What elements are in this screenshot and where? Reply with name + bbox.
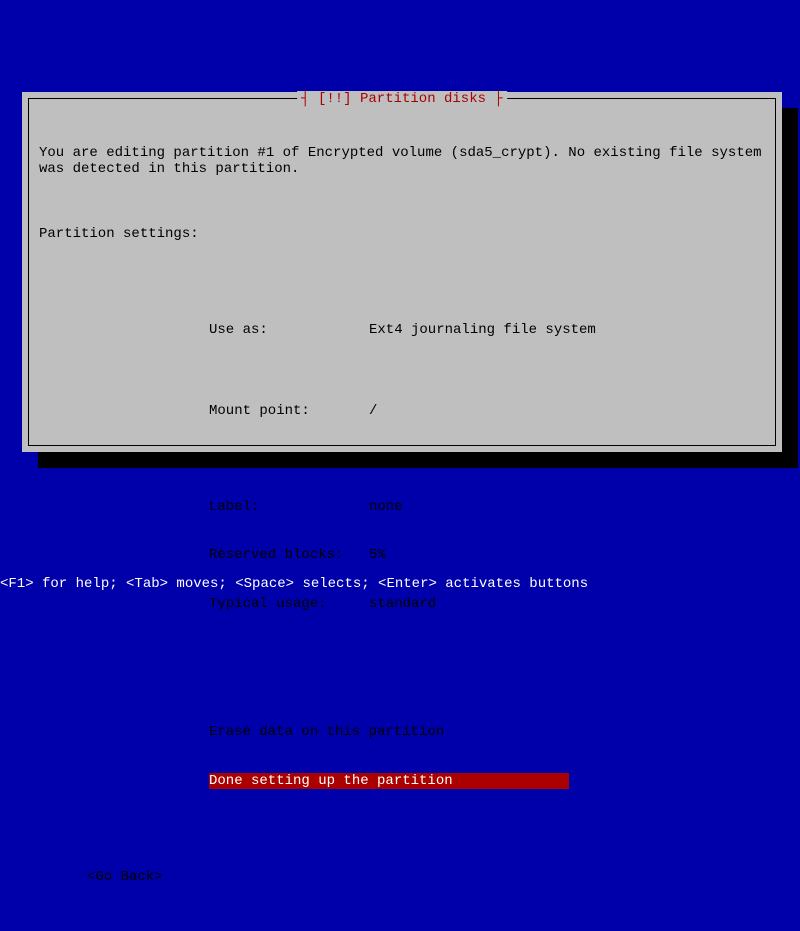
go-back-button[interactable]: <Go Back>	[87, 869, 765, 885]
setting-row[interactable]: Mount point:/	[209, 403, 765, 419]
setting-value: standard	[369, 596, 436, 612]
action-list: Erase data on this partition Done settin…	[209, 692, 765, 821]
dialog-title: ┤ [!!] Partition disks ├	[297, 91, 507, 107]
title-text: Partition disks	[360, 91, 486, 107]
title-open: ┤	[301, 91, 318, 107]
intro-text: You are editing partition #1 of Encrypte…	[39, 145, 765, 177]
setting-value: /	[369, 403, 377, 419]
setting-value: defaults	[369, 451, 436, 467]
footer-hint: <F1> for help; <Tab> moves; <Space> sele…	[0, 576, 588, 592]
section-label: Partition settings:	[39, 226, 765, 242]
setting-label: Mount options:	[209, 451, 369, 467]
setting-label: Label:	[209, 499, 369, 515]
setting-row[interactable]: Use as:Ext4 journaling file system	[209, 322, 765, 338]
setting-label: Use as:	[209, 322, 369, 338]
partition-dialog: ┤ [!!] Partition disks ├ You are editing…	[22, 92, 782, 452]
setting-row[interactable]: Reserved blocks:5%	[209, 547, 765, 563]
setting-label: Mount point:	[209, 403, 369, 419]
setting-row[interactable]: Typical usage:standard	[209, 596, 765, 612]
title-prefix: [!!]	[318, 91, 360, 107]
title-close: ├	[486, 91, 503, 107]
setting-label: Typical usage:	[209, 596, 369, 612]
setting-row[interactable]: Mount options:defaults	[209, 451, 765, 467]
setting-value: Ext4 journaling file system	[369, 322, 596, 338]
dialog-content: You are editing partition #1 of Encrypte…	[29, 99, 775, 931]
setting-value: 5%	[369, 547, 386, 563]
done-action-label: Done setting up the partition	[209, 773, 569, 789]
setting-row[interactable]: Label:none	[209, 499, 765, 515]
done-action[interactable]: Done setting up the partition	[209, 773, 765, 789]
erase-action[interactable]: Erase data on this partition	[209, 724, 765, 740]
dialog-frame: ┤ [!!] Partition disks ├ You are editing…	[28, 98, 776, 446]
setting-value: none	[369, 499, 403, 515]
setting-label: Reserved blocks:	[209, 547, 369, 563]
